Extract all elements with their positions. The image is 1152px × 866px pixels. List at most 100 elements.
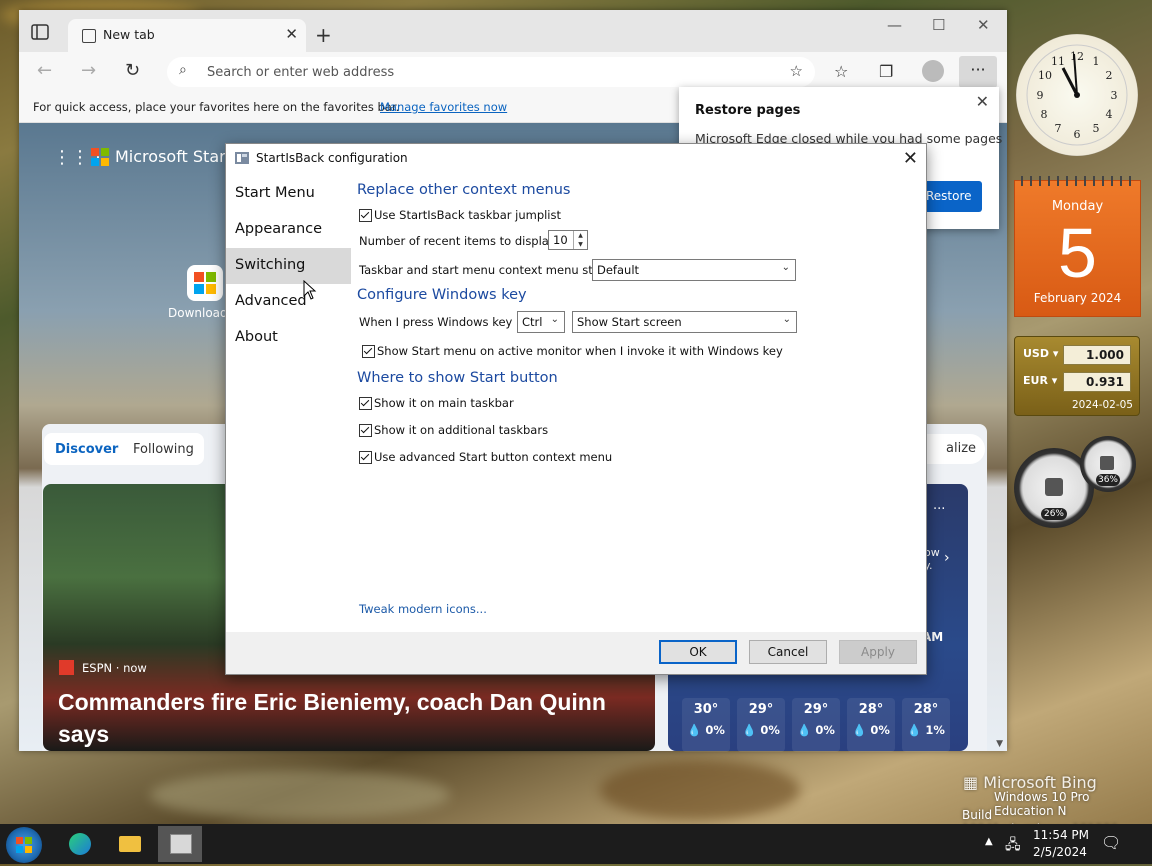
action-center-icon[interactable]: 🗨 [1101, 833, 1121, 852]
tab-new-tab[interactable]: New tab ✕ [68, 19, 306, 52]
svg-text:4: 4 [1106, 108, 1113, 121]
settings-more-button[interactable]: ··· [959, 56, 997, 88]
personalize-label: alize [946, 441, 977, 456]
wallpaper-spot [600, 760, 800, 820]
taskbar-edge[interactable] [58, 826, 102, 862]
scroll-down-icon[interactable]: ▼ [996, 739, 1003, 749]
dialog-footer: OK Cancel Apply [226, 632, 926, 674]
ram-percent: 36% [1096, 474, 1120, 486]
sidebar-item-switching[interactable]: Switching [226, 248, 351, 284]
dialog-close-icon[interactable]: ✕ [903, 148, 918, 169]
tab-following[interactable]: Following [133, 442, 194, 457]
recent-items-spinner[interactable]: 10 ▲ ▼ [548, 230, 588, 250]
clock-date[interactable]: 2/5/2024 [1033, 845, 1087, 859]
to-currency[interactable]: EUR ▾ [1023, 374, 1057, 387]
add-favorite-icon[interactable]: ☆ [790, 62, 803, 80]
context-style-label: Taskbar and start menu context menu styl… [359, 263, 610, 277]
network-icon[interactable]: 🖧 [1005, 834, 1021, 858]
forecast-cell: 29° 💧 0% [737, 698, 785, 752]
taskbar-startisback[interactable] [158, 826, 202, 862]
minimize-icon[interactable]: — [887, 16, 902, 34]
svg-text:5: 5 [1093, 122, 1100, 135]
clock-gadget: 12 12 3 4567 8 9 1011 [1016, 34, 1138, 156]
modifier-key-select[interactable]: Ctrl ⌄ [517, 311, 565, 333]
ok-button[interactable]: OK [659, 640, 737, 664]
calendar-day-number: 5 [1058, 214, 1097, 292]
memory-icon [1100, 456, 1114, 470]
article-source: ESPN · now [82, 661, 147, 675]
clock-time[interactable]: 11:54 PM [1033, 828, 1089, 842]
forecast-cell: 28° 💧 0% [847, 698, 895, 752]
from-currency[interactable]: USD ▾ [1023, 347, 1058, 360]
refresh-icon[interactable]: ↻ [125, 60, 140, 81]
currency-gadget: USD ▾ 1.000 EUR ▾ 0.931 2024-02-05 [1014, 336, 1140, 416]
sidebar-item-start-menu[interactable]: Start Menu [226, 176, 351, 212]
mouse-cursor-icon [303, 280, 317, 300]
svg-text:1: 1 [1093, 55, 1100, 68]
weather-more-icon[interactable]: ... [933, 498, 945, 513]
start-button[interactable] [6, 827, 42, 863]
tab-discover[interactable]: Discover [55, 442, 118, 457]
download-tile[interactable] [187, 265, 223, 301]
startisback-dialog: StartIsBack configuration ✕ Start Menu A… [225, 143, 927, 675]
feed-tabs: Discover Following [44, 433, 204, 465]
chevron-down-icon: ⌄ [782, 314, 791, 325]
tab-title: New tab [103, 27, 155, 42]
recent-items-label: Number of recent items to display: [359, 234, 559, 248]
forecast-cell: 28° 💧 1% [902, 698, 950, 752]
windows-key-action-select[interactable]: Show Start screen ⌄ [572, 311, 797, 333]
new-tab-button[interactable]: + [315, 23, 332, 47]
hourly-forecast: 30° 💧 0% 29° 💧 0% 29° 💧 0% 28° 💧 0% 28° 💧 1% [682, 698, 962, 752]
tab-actions-icon[interactable] [31, 24, 53, 42]
close-window-icon[interactable]: ✕ [977, 16, 990, 34]
svg-text:3: 3 [1111, 89, 1118, 102]
context-style-select[interactable]: Default ⌄ [592, 259, 796, 281]
from-value[interactable]: 1.000 [1063, 345, 1131, 365]
startisback-icon [170, 834, 192, 854]
svg-text:6: 6 [1074, 128, 1081, 141]
cpu-percent: 26% [1041, 508, 1067, 520]
profile-avatar[interactable] [922, 60, 944, 82]
tweak-icons-link[interactable]: Tweak modern icons... [359, 602, 487, 616]
collections-icon[interactable]: ❐ [879, 62, 893, 81]
calendar-gadget: Monday 5 February 2024 [1014, 176, 1141, 317]
manage-favorites-link[interactable]: Manage favorites now [380, 100, 507, 114]
favbar-text: For quick access, place your favorites h… [33, 100, 400, 114]
cancel-button[interactable]: Cancel [749, 640, 827, 664]
svg-text:2: 2 [1106, 69, 1113, 82]
address-bar[interactable]: ⌕ Search or enter web address ☆ [167, 57, 815, 87]
forecast-cell: 30° 💧 0% [682, 698, 730, 752]
taskbar-file-explorer[interactable] [108, 826, 152, 862]
ram-meter-gadget: 36% [1080, 436, 1136, 492]
show-hidden-icons[interactable]: ▲ [985, 836, 993, 847]
article-headline[interactable]: Commanders fire Eric Bieniemy, coach Dan… [58, 686, 638, 750]
close-popup-icon[interactable]: ✕ [976, 92, 989, 111]
maximize-icon[interactable]: ☐ [932, 16, 945, 34]
svg-text:7: 7 [1055, 122, 1062, 135]
context-menus-header: Replace other context menus [357, 182, 571, 198]
chevron-right-icon[interactable]: › [944, 550, 950, 566]
windows-key-header: Configure Windows key [357, 287, 527, 303]
sidebar-item-advanced[interactable]: Advanced [226, 284, 351, 320]
dialog-titlebar: StartIsBack configuration ✕ [226, 144, 926, 174]
forward-icon[interactable]: → [81, 60, 96, 81]
dialog-sidebar: Start Menu Appearance Switching Advanced… [226, 174, 351, 632]
chevron-down-icon: ⌄ [550, 314, 559, 325]
favorites-icon[interactable]: ☆ [834, 62, 848, 81]
download-label: Download [168, 306, 228, 320]
back-icon[interactable]: ← [37, 60, 52, 81]
taskbar: ▲ 🖧 11:54 PM 2/5/2024 🗨 [0, 824, 1152, 864]
close-tab-icon[interactable]: ✕ [285, 25, 298, 43]
svg-text:10: 10 [1038, 69, 1052, 82]
startisback-app-icon [235, 152, 249, 164]
apply-button[interactable]: Apply [839, 640, 917, 664]
folder-icon [119, 836, 141, 852]
sidebar-item-appearance[interactable]: Appearance [226, 212, 351, 248]
microsoft-logo [91, 148, 109, 166]
sidebar-item-about[interactable]: About [226, 320, 351, 356]
svg-text:9: 9 [1037, 89, 1044, 102]
cpu-icon [1045, 478, 1063, 496]
spinner-arrows-icon[interactable]: ▲ ▼ [573, 231, 587, 249]
calendar-day-name: Monday [1051, 199, 1104, 214]
search-icon: ⌕ [179, 62, 187, 78]
